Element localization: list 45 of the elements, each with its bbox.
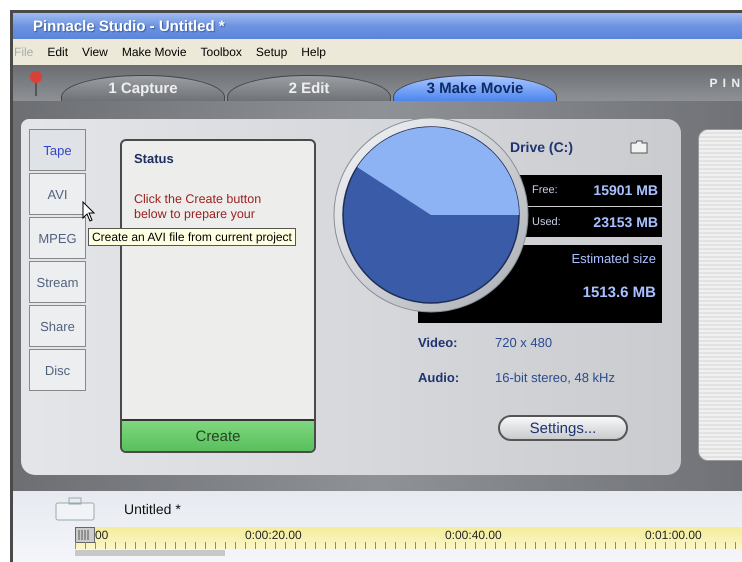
- horizontal-scrollbar[interactable]: [75, 550, 225, 556]
- spec-value: 16-bit stereo, 48 kHz: [495, 370, 616, 385]
- menu-item[interactable]: Setup: [256, 45, 288, 59]
- output-tab[interactable]: Tape: [29, 129, 86, 171]
- settings-button[interactable]: Settings...: [498, 415, 628, 441]
- time-label: 00: [95, 528, 110, 542]
- mode-tab[interactable]: 1 Capture: [61, 75, 225, 101]
- output-tab[interactable]: AVI: [29, 173, 86, 215]
- menu-item[interactable]: View: [82, 45, 108, 59]
- drive-label: Drive (C:): [510, 139, 574, 155]
- mode-tab[interactable]: 2 Edit: [227, 75, 391, 101]
- estimated-size-value: 1513.6 MB: [582, 284, 656, 301]
- window-title: Pinnacle Studio - Untitled *: [33, 18, 225, 34]
- tooltip: Create an AVI file from current project: [88, 228, 296, 246]
- output-tab[interactable]: MPEG: [29, 217, 86, 259]
- status-title: Status: [134, 151, 175, 166]
- free-label: Free:: [532, 184, 558, 196]
- brand-logo: P I N: [710, 76, 741, 90]
- free-value: 15901 MB: [593, 182, 658, 198]
- create-button[interactable]: Create: [122, 419, 314, 451]
- status-message: Click the Create button below to prepare your: [134, 192, 262, 222]
- time-label: 0:01:00.00: [645, 528, 703, 542]
- output-tab[interactable]: Share: [29, 305, 86, 347]
- menu-item[interactable]: Make Movie: [122, 45, 187, 59]
- menu-item[interactable]: Help: [301, 45, 326, 59]
- mouse-pointer-icon: [82, 201, 96, 223]
- used-label: Used:: [532, 216, 561, 228]
- mode-tab[interactable]: 3 Make Movie: [393, 75, 557, 101]
- scrubber-handle-icon[interactable]: [75, 526, 95, 542]
- time-label: 0:00:20.00: [245, 528, 303, 542]
- briefcase-icon[interactable]: [55, 497, 95, 521]
- spec-label: Video:: [418, 335, 458, 350]
- folder-icon[interactable]: [630, 140, 648, 154]
- used-value: 23153 MB: [593, 214, 658, 230]
- estimated-size-label: Estimated size: [571, 251, 656, 266]
- output-tab[interactable]: Disc: [29, 349, 86, 391]
- balloon-icon[interactable]: [29, 70, 43, 96]
- menu-item[interactable]: Edit: [47, 45, 68, 59]
- time-label: 0:00:40.00: [445, 528, 503, 542]
- output-tab[interactable]: Stream: [29, 261, 86, 303]
- timeline-ruler[interactable]: 00 0:00:20.00 0:00:40.00 0:01:00.00: [75, 527, 742, 549]
- project-title: Untitled *: [124, 501, 181, 517]
- spec-label: Audio:: [418, 370, 460, 385]
- menu-item[interactable]: Toolbox: [200, 45, 242, 59]
- spec-value: 720 x 480: [495, 335, 554, 350]
